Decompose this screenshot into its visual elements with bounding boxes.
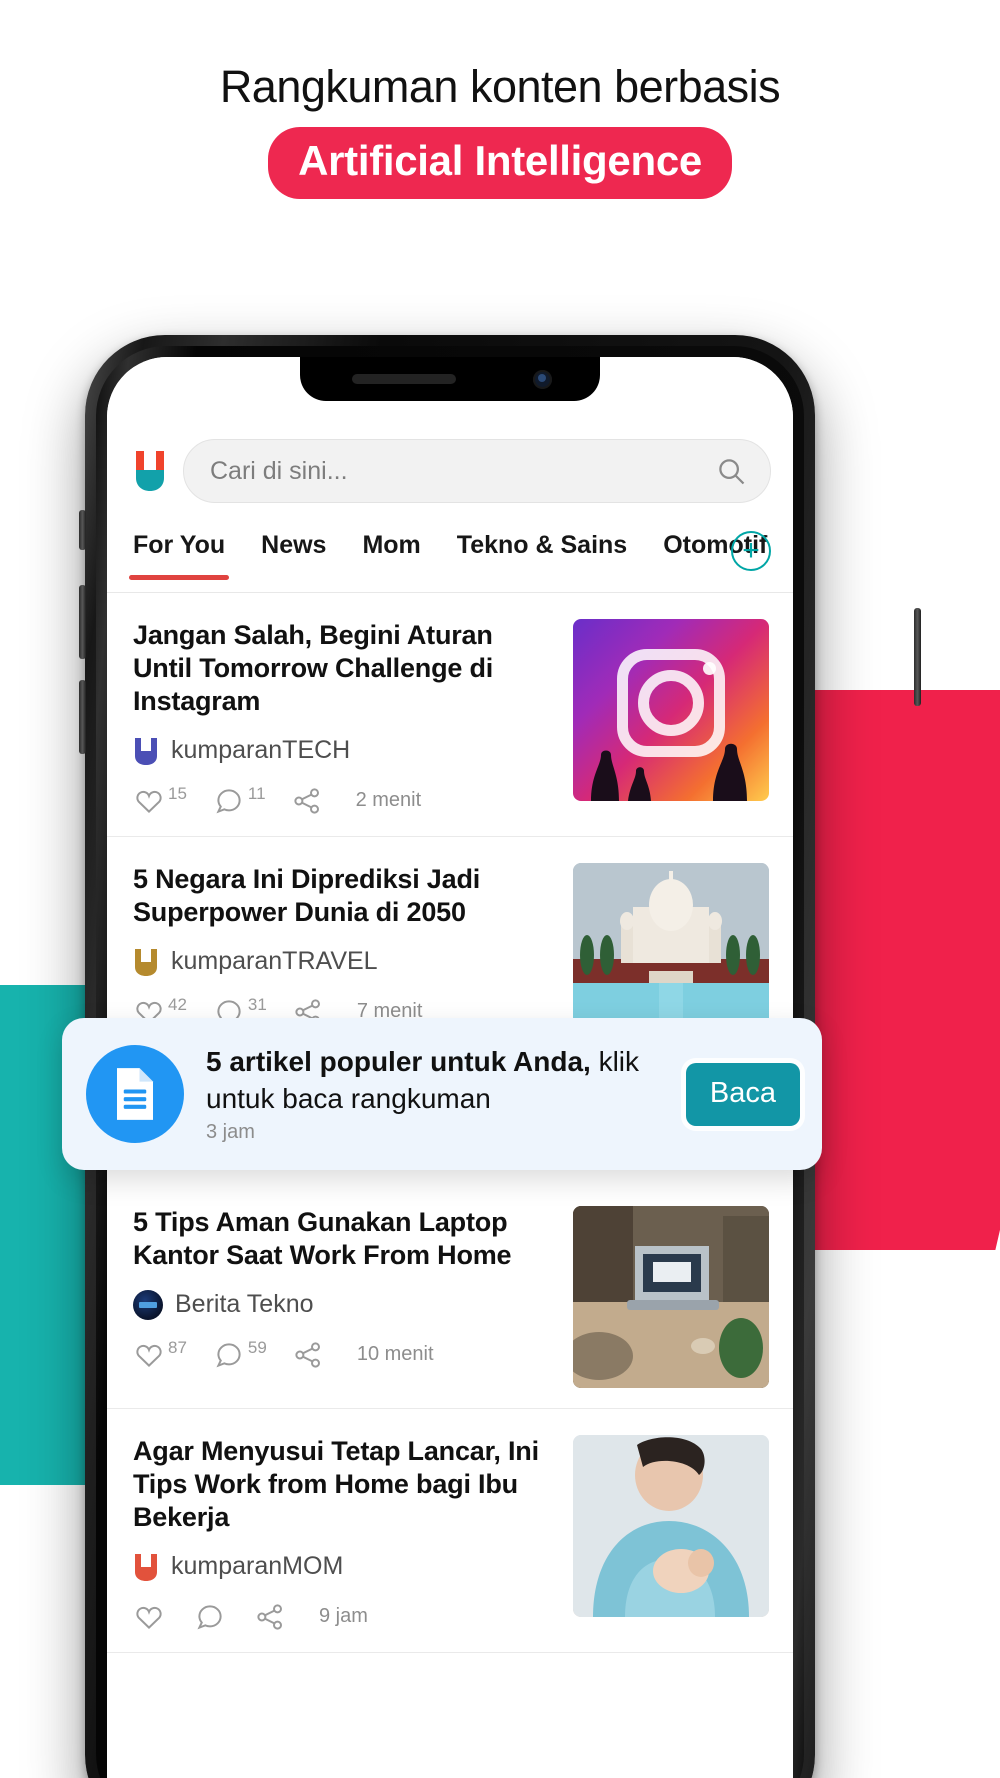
comment-metric[interactable]: 59: [213, 1337, 267, 1370]
notification-text: 5 artikel populer untuk Anda, klik untuk…: [206, 1044, 686, 1145]
phone-notch: [300, 357, 600, 401]
like-metric[interactable]: [133, 1602, 168, 1632]
summary-notification-card[interactable]: 5 artikel populer untuk Anda, klik untuk…: [62, 1018, 822, 1170]
article-thumbnail[interactable]: [573, 619, 769, 801]
share-metric[interactable]: [292, 786, 322, 816]
notification-time: 3 jam: [206, 1121, 255, 1144]
heart-icon[interactable]: [133, 786, 165, 816]
document-summary-icon: [86, 1045, 184, 1143]
article-source[interactable]: kumparanTRAVEL: [133, 947, 555, 977]
silhouette-overlay: [591, 743, 747, 801]
tab-news[interactable]: News: [261, 531, 326, 580]
article-time: 9 jam: [319, 1605, 368, 1628]
comment-count: 59: [247, 1337, 267, 1357]
promo-screenshot: Rangkuman konten berbasis Artificial Int…: [0, 0, 1000, 1778]
phone-volume-up-button[interactable]: [79, 585, 86, 659]
article-card[interactable]: Jangan Salah, Begini Aturan Until Tomorr…: [107, 593, 793, 837]
baca-button[interactable]: Baca: [685, 1062, 800, 1126]
app-top-bar: Cari di sini...: [107, 425, 793, 517]
front-camera-icon: [533, 370, 552, 389]
heart-icon[interactable]: [133, 1602, 165, 1632]
mother-baby-illustration: [573, 1434, 769, 1617]
share-metric[interactable]: [293, 1340, 323, 1370]
comment-count: 31: [247, 994, 267, 1014]
article-title[interactable]: 5 Negara Ini Diprediksi Jadi Superpower …: [133, 863, 555, 929]
tab-tekno-sains[interactable]: Tekno & Sains: [457, 531, 627, 580]
article-card-body: 5 Tips Aman Gunakan Laptop Kantor Saat W…: [133, 1206, 573, 1388]
phone-volume-down-button[interactable]: [79, 680, 86, 754]
article-time: 10 menit: [356, 1343, 434, 1366]
document-icon: [117, 1068, 153, 1120]
comment-icon[interactable]: [213, 786, 245, 816]
desk-laptop-illustration: [573, 1205, 769, 1388]
share-icon[interactable]: [293, 1340, 323, 1370]
earpiece-speaker-icon: [352, 374, 456, 384]
heart-icon[interactable]: [133, 1340, 165, 1370]
article-source-name: kumparanTRAVEL: [171, 947, 378, 976]
article-source[interactable]: Berita Tekno: [133, 1289, 555, 1320]
comment-count: 11: [247, 783, 266, 803]
article-metrics: 9 jam: [133, 1602, 555, 1632]
like-metric[interactable]: 15: [133, 783, 187, 816]
article-card-body: Agar Menyusui Tetap Lancar, Ini Tips Wor…: [133, 1435, 573, 1632]
add-topic-button[interactable]: +: [731, 531, 771, 571]
promo-headline: Rangkuman konten berbasis Artificial Int…: [0, 60, 1000, 200]
like-count: 87: [168, 1337, 187, 1357]
article-metrics: 15 11 2 menit: [133, 783, 555, 816]
tab-for-you[interactable]: For You: [128, 531, 230, 580]
notification-message: 5 artikel populer untuk Anda, klik untuk…: [206, 1044, 686, 1118]
search-input[interactable]: Cari di sini...: [183, 439, 771, 503]
like-metric[interactable]: 87: [133, 1337, 187, 1370]
headline-badge: Artificial Intelligence: [268, 127, 732, 200]
article-source[interactable]: kumparanTECH: [133, 736, 555, 766]
article-title[interactable]: 5 Tips Aman Gunakan Laptop Kantor Saat W…: [133, 1206, 555, 1272]
comment-icon[interactable]: [213, 1340, 245, 1370]
comment-icon[interactable]: [194, 1602, 226, 1632]
share-icon[interactable]: [255, 1602, 285, 1632]
article-source-name: kumparanTECH: [171, 736, 351, 765]
phone-mute-switch[interactable]: [79, 510, 86, 550]
kumparan-u-logo-icon: [135, 737, 157, 765]
article-thumbnail[interactable]: [573, 1205, 769, 1388]
kumparan-u-logo-icon: [135, 1553, 157, 1581]
article-feed[interactable]: Jangan Salah, Begini Aturan Until Tomorr…: [107, 593, 793, 1778]
headline-line-1: Rangkuman konten berbasis: [219, 61, 781, 112]
comment-metric[interactable]: 11: [213, 783, 266, 816]
article-title[interactable]: Agar Menyusui Tetap Lancar, Ini Tips Wor…: [133, 1435, 555, 1534]
article-source[interactable]: kumparanMOM: [133, 1552, 555, 1582]
article-thumbnail[interactable]: [573, 1434, 769, 1617]
article-source-name: kumparanMOM: [171, 1552, 344, 1581]
article-source-name: Berita Tekno: [175, 1290, 314, 1319]
share-metric[interactable]: [255, 1602, 285, 1632]
article-time: 2 menit: [355, 789, 422, 812]
comment-metric[interactable]: [194, 1602, 229, 1632]
article-title[interactable]: Jangan Salah, Begini Aturan Until Tomorr…: [133, 619, 555, 718]
berita-tekno-avatar: [133, 1289, 163, 1320]
article-card-body: Jangan Salah, Begini Aturan Until Tomorr…: [133, 619, 573, 816]
search-icon[interactable]: [716, 456, 746, 486]
article-metrics: 87 59 10 menit: [133, 1337, 555, 1370]
search-placeholder: Cari di sini...: [210, 456, 348, 485]
share-icon[interactable]: [292, 786, 322, 816]
kumparan-u-logo-icon: [135, 948, 157, 976]
tab-mom[interactable]: Mom: [362, 531, 420, 580]
notification-message-bold: 5 artikel populer untuk Anda,: [206, 1045, 591, 1077]
phone-power-button[interactable]: [914, 608, 921, 706]
like-count: 42: [168, 994, 187, 1014]
article-card[interactable]: Agar Menyusui Tetap Lancar, Ini Tips Wor…: [107, 1409, 793, 1653]
like-count: 15: [168, 783, 187, 803]
kumparan-u-logo-icon[interactable]: [133, 449, 167, 493]
category-tab-bar: For You News Mom Tekno & Sains Otomotif …: [107, 525, 793, 593]
